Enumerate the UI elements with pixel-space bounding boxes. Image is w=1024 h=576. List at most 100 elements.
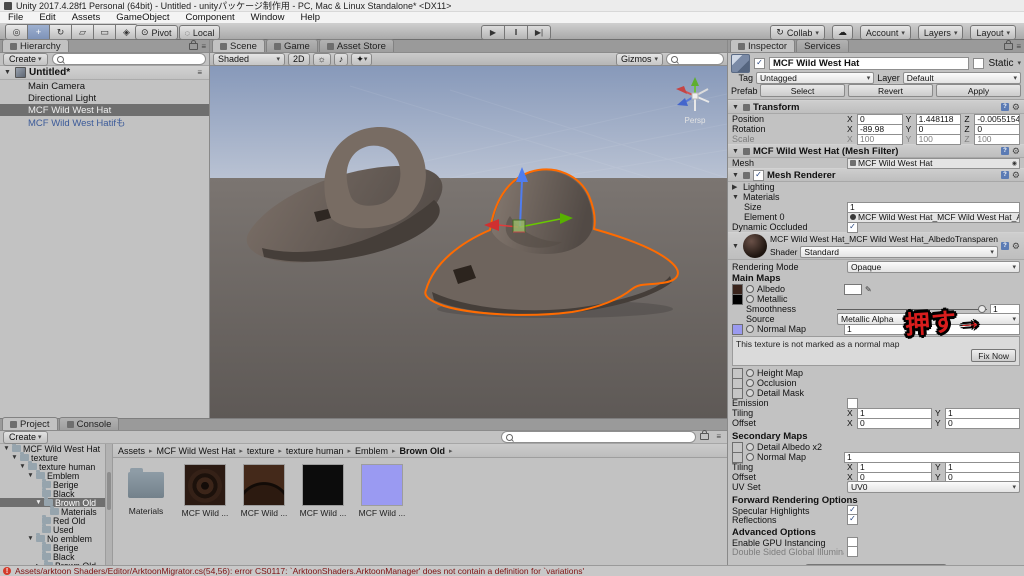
perspective-label[interactable]: Persp xyxy=(685,116,706,125)
tab-game[interactable]: Game xyxy=(266,39,318,52)
lock-icon[interactable] xyxy=(700,433,709,440)
shading-mode-dropdown[interactable]: Shaded ▾ xyxy=(213,53,285,66)
reflections-checkbox[interactable] xyxy=(847,514,858,525)
menu-component[interactable]: Component xyxy=(178,12,243,23)
chevron-down-icon[interactable]: ▾ xyxy=(1017,59,1021,67)
texture-slot-icon[interactable] xyxy=(746,379,754,387)
gizmo-center[interactable] xyxy=(692,93,698,99)
lighting-foldout[interactable]: ▶ Lighting xyxy=(728,182,1024,192)
gizmo-center-handle[interactable] xyxy=(513,220,525,232)
texture-slot-icon[interactable] xyxy=(746,325,754,333)
tab-hierarchy[interactable]: Hierarchy xyxy=(2,39,69,52)
foldout-open-icon[interactable]: ▼ xyxy=(732,104,740,111)
static-checkbox[interactable] xyxy=(973,58,984,69)
scale-y-field[interactable]: 100 xyxy=(916,134,962,145)
2d-toggle[interactable]: 2D xyxy=(288,53,310,66)
asset-texture-3[interactable]: MCF Wild ... xyxy=(298,464,348,518)
secondary-normal-swatch[interactable] xyxy=(732,452,743,463)
breadcrumb-brown-old[interactable]: Brown Old xyxy=(400,446,446,456)
texture-slot-icon[interactable] xyxy=(746,443,754,451)
hierarchy-item-directional-light[interactable]: Directional Light xyxy=(0,92,209,104)
prefab-apply-button[interactable]: Apply xyxy=(936,84,1021,97)
tag-dropdown[interactable]: Untagged ▾ xyxy=(756,72,874,84)
move-tool-button[interactable]: + xyxy=(28,24,50,40)
context-menu-icon[interactable]: ≡ xyxy=(197,68,202,77)
mesh-filter-component-header[interactable]: ▼ MCF Wild West Hat (Mesh Filter) ?⚙ xyxy=(728,144,1024,158)
prefab-select-button[interactable]: Select xyxy=(760,84,845,97)
rect-tool-button[interactable]: ▭ xyxy=(94,24,116,40)
fix-now-button[interactable]: Fix Now xyxy=(971,349,1016,362)
lock-icon[interactable] xyxy=(1004,43,1013,50)
mesh-renderer-enabled-checkbox[interactable] xyxy=(753,170,764,181)
gameobject-name-field[interactable]: MCF Wild West Hat xyxy=(769,57,969,70)
rotate-tool-button[interactable]: ↻ xyxy=(50,24,72,40)
uv-set-dropdown[interactable]: UV0 ▾ xyxy=(847,481,1020,493)
project-search-input[interactable] xyxy=(516,433,691,441)
gear-icon[interactable]: ⚙ xyxy=(1012,146,1020,157)
account-dropdown[interactable]: Account ▾ xyxy=(860,25,911,40)
scene-search-input[interactable] xyxy=(681,55,719,63)
scene-audio-toggle[interactable]: ♪ xyxy=(334,53,349,66)
metallic-texture-swatch[interactable] xyxy=(732,294,743,305)
panel-menu-icon[interactable]: ≡ xyxy=(716,432,721,441)
double-sided-gi-checkbox[interactable] xyxy=(847,546,858,557)
help-icon[interactable]: ? xyxy=(1001,171,1009,179)
project-create-button[interactable]: Create ▾ xyxy=(3,431,48,444)
breadcrumb-texture-human[interactable]: texture human xyxy=(286,446,344,456)
tab-asset-store[interactable]: Asset Store xyxy=(319,39,394,52)
detail-mask-swatch[interactable] xyxy=(732,388,743,399)
mesh-renderer-component-header[interactable]: ▼ Mesh Renderer ?⚙ xyxy=(728,168,1024,182)
breadcrumb-mcf-wild-west-hat[interactable]: MCF Wild West Hat xyxy=(157,446,236,456)
shader-dropdown[interactable]: Standard ▾ xyxy=(800,246,998,258)
help-icon[interactable]: ? xyxy=(1001,103,1009,111)
layout-dropdown[interactable]: Layout ▾ xyxy=(970,25,1016,40)
rendering-mode-dropdown[interactable]: Opaque ▾ xyxy=(847,261,1020,273)
hierarchy-search[interactable] xyxy=(52,53,206,65)
scale-x-field[interactable]: 100 xyxy=(857,134,903,145)
status-bar[interactable]: ! Assets/arktoon Shaders/Editor/ArktoonM… xyxy=(0,565,1024,576)
local-toggle[interactable]: ◌ Local xyxy=(179,25,221,40)
lock-icon[interactable] xyxy=(189,43,198,50)
layers-dropdown[interactable]: Layers ▾ xyxy=(918,25,964,40)
menu-edit[interactable]: Edit xyxy=(31,12,63,23)
scene-row-untitled[interactable]: ▼ Untitled* ≡ xyxy=(0,66,209,80)
scene-search[interactable] xyxy=(666,53,724,65)
scale-tool-button[interactable]: ▱ xyxy=(72,24,94,40)
menu-help[interactable]: Help xyxy=(292,12,328,23)
scale-z-field[interactable]: 100 xyxy=(974,134,1020,145)
tab-services[interactable]: Services xyxy=(796,40,848,52)
tab-inspector[interactable]: Inspector xyxy=(730,40,795,52)
pause-button[interactable]: ‖ xyxy=(505,25,528,40)
texture-slot-icon[interactable] xyxy=(746,295,754,303)
cloud-button[interactable]: ☁ xyxy=(832,25,853,40)
menu-window[interactable]: Window xyxy=(243,12,293,23)
menu-file[interactable]: File xyxy=(0,12,31,23)
layer-dropdown[interactable]: Default ▾ xyxy=(903,72,1021,84)
help-icon[interactable]: ? xyxy=(1001,242,1009,250)
tab-scene[interactable]: Scene xyxy=(212,39,265,52)
offset-y-field[interactable]: 0 xyxy=(945,418,1020,429)
gear-icon[interactable]: ⚙ xyxy=(1012,170,1020,181)
object-picker-icon[interactable]: ◉ xyxy=(1012,160,1017,167)
gear-icon[interactable]: ⚙ xyxy=(1012,241,1020,252)
tab-console[interactable]: Console xyxy=(59,417,120,430)
tree-item[interactable]: Materials xyxy=(0,507,112,516)
materials-foldout[interactable]: ▼ Materials xyxy=(728,192,1024,202)
breadcrumb-emblem[interactable]: Emblem xyxy=(355,446,388,456)
mesh-object-field[interactable]: MCF Wild West Hat ◉ xyxy=(847,158,1020,169)
collab-dropdown[interactable]: ↻ Collab ▾ xyxy=(770,25,825,40)
asset-texture-2[interactable]: MCF Wild ... xyxy=(239,464,289,518)
hierarchy-search-input[interactable] xyxy=(67,55,201,63)
step-button[interactable]: ▶| xyxy=(528,25,551,40)
panel-menu-icon[interactable]: ≡ xyxy=(1016,42,1021,51)
breadcrumb-texture[interactable]: texture xyxy=(247,446,275,456)
scene-lighting-toggle[interactable]: ☼ xyxy=(313,53,331,66)
gear-icon[interactable]: ⚙ xyxy=(1012,102,1020,113)
active-checkbox[interactable] xyxy=(754,58,765,69)
element0-material-field[interactable]: MCF Wild West Hat_MCF Wild West Hat_Albe… xyxy=(847,212,1020,223)
normal-map-swatch[interactable] xyxy=(732,324,743,335)
material-header[interactable]: ▼ MCF Wild West Hat_MCF Wild West Hat_Al… xyxy=(728,232,1024,260)
texture-slot-icon[interactable] xyxy=(746,389,754,397)
dynamic-occluded-checkbox[interactable] xyxy=(847,222,858,233)
scrollbar-thumb[interactable] xyxy=(107,472,111,510)
